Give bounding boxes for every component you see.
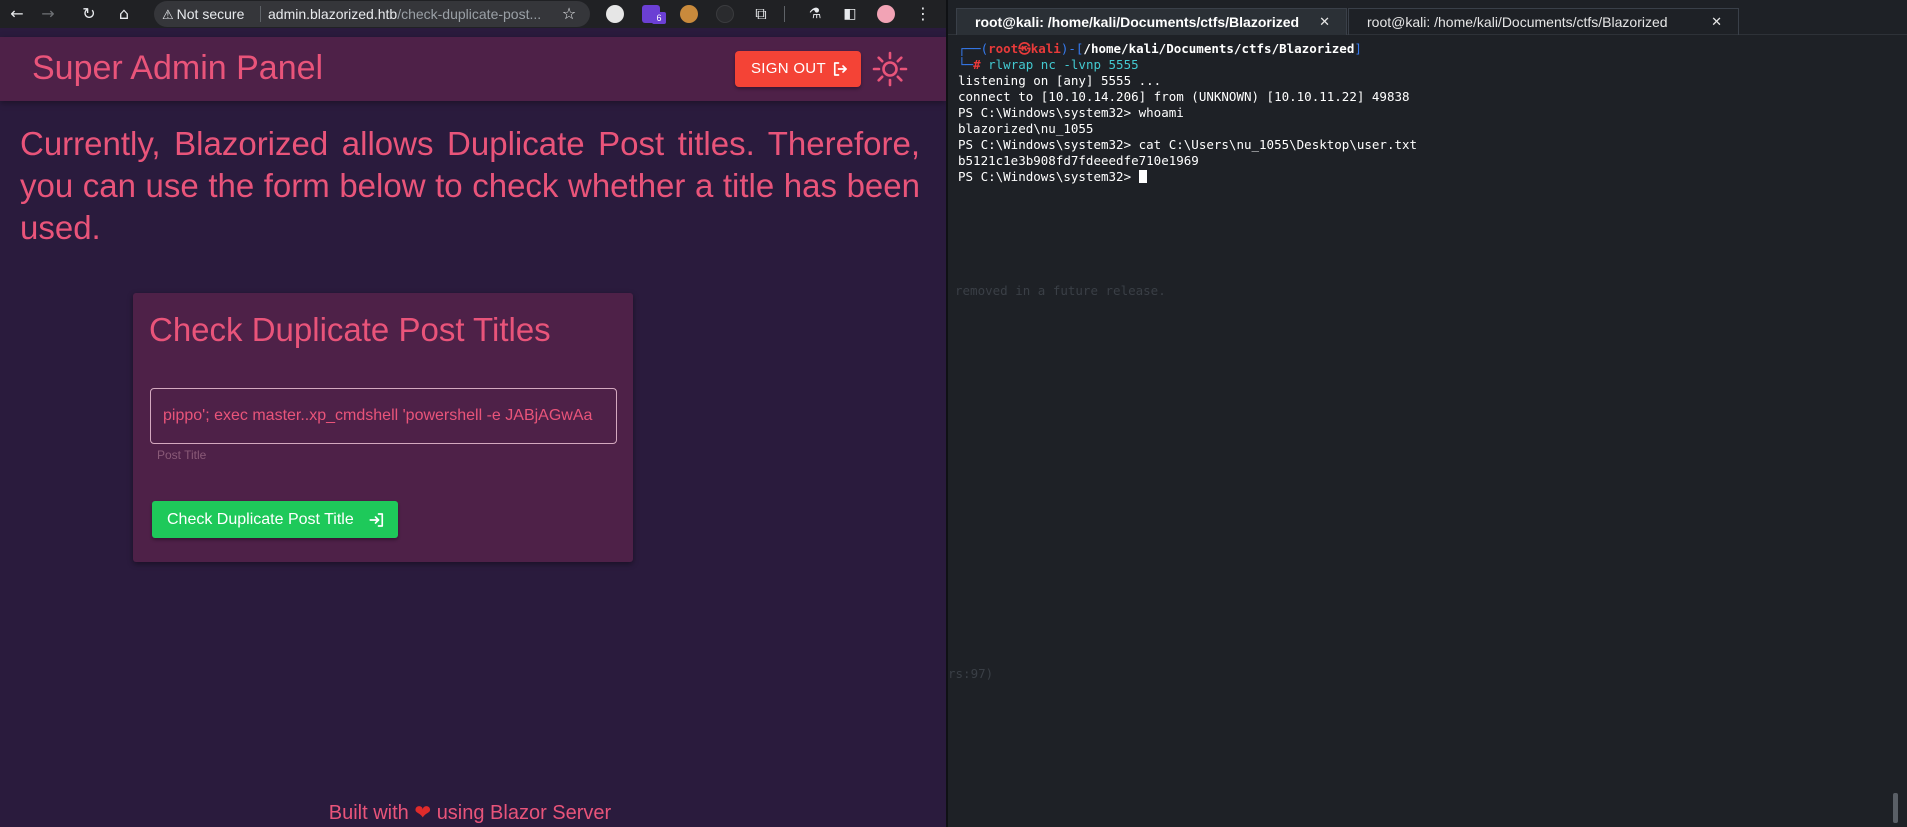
bookmark-star-icon[interactable]: ☆ (558, 3, 580, 25)
cursor (1138, 170, 1147, 183)
footer-prefix: Built with (328, 802, 409, 824)
terminal-line: b5121c1e3b908fd7fdeeedfe710e1969 (958, 153, 1199, 168)
browser-window: ← → ↻ ⌂ ⚠ Not secure admin.blazorized.htb… (0, 0, 946, 827)
app-header: Super Admin Panel SIGN OUT (0, 37, 946, 101)
close-icon[interactable]: ✕ (1319, 9, 1330, 36)
footer: Built with ❤ using Blazor Server (0, 800, 940, 825)
terminal-line: PS C:\Windows\system32> cat C:\Users\nu_… (958, 137, 1418, 152)
back-icon[interactable]: ← (6, 3, 28, 25)
close-icon[interactable]: ✕ (1711, 9, 1722, 36)
address-bar[interactable]: ⚠ Not secure admin.blazorized.htb/check-d… (154, 1, 590, 27)
tab-label: root@kali: /home/kali/Documents/ctfs/Bla… (1367, 14, 1668, 30)
extensions-puzzle-icon[interactable]: ⧉ (750, 3, 772, 25)
warning-icon: ⚠ (162, 8, 174, 23)
app-title: Super Admin Panel (32, 49, 324, 87)
terminal-tab-bar: root@kali: /home/kali/Documents/ctfs/Bla… (948, 8, 1907, 35)
terminal-tab-1[interactable]: root@kali: /home/kali/Documents/ctfs/Bla… (956, 8, 1347, 35)
home-icon[interactable]: ⌂ (113, 3, 135, 25)
terminal-prompt: PS C:\Windows\system32> (958, 169, 1898, 185)
browser-toolbar: ← → ↻ ⌂ ⚠ Not secure admin.blazorized.htb… (0, 0, 946, 28)
check-duplicate-button[interactable]: Check Duplicate Post Title (152, 501, 398, 538)
post-title-label: Post Title (157, 448, 207, 462)
sun-icon[interactable] (872, 51, 908, 87)
card-title: Check Duplicate Post Titles (149, 311, 551, 348)
forward-icon[interactable]: → (37, 3, 59, 25)
url-separator (260, 6, 261, 22)
terminal-command: rlwrap nc -lvnp 5555 (988, 57, 1139, 72)
logout-icon (833, 62, 847, 76)
cookie-icon[interactable] (680, 5, 698, 23)
terminal-scrollbar[interactable] (1893, 793, 1898, 823)
ghost-text: rs:97) (948, 666, 994, 681)
terminal-line: PS C:\Windows\system32> whoami (958, 105, 1184, 120)
footer-suffix: using Blazor Server (436, 802, 612, 824)
toolbar-separator (784, 6, 785, 22)
heart-icon: ❤ (414, 800, 432, 824)
terminal-tab-2[interactable]: root@kali: /home/kali/Documents/ctfs/Bla… (1348, 8, 1739, 35)
profile-avatar[interactable] (877, 5, 895, 23)
login-icon (369, 513, 384, 527)
prompt-line-2: └─# rlwrap nc -lvnp 5555 (958, 57, 1139, 72)
ghost-text: removed in a future release. (955, 283, 1166, 298)
url-text[interactable]: admin.blazorized.htb/check-duplicate-pos… (268, 1, 554, 27)
post-title-input[interactable] (150, 388, 617, 444)
not-secure-indicator[interactable]: ⚠ Not secure (162, 1, 244, 27)
reload-icon[interactable]: ↻ (78, 3, 100, 25)
intro-text: Currently, Blazorized allows Duplicate P… (20, 125, 920, 246)
url-host: admin.blazorized.htb (268, 6, 398, 22)
tab-label: root@kali: /home/kali/Documents/ctfs/Bla… (975, 14, 1300, 30)
terminal-line: blazorized\nu_1055 (958, 121, 1094, 136)
labs-flask-icon[interactable]: ⚗ (804, 3, 826, 25)
extension-disabled-icon[interactable] (716, 5, 734, 23)
menu-kebab-icon[interactable]: ⋮ (912, 3, 934, 25)
check-duplicate-card: Check Duplicate Post Titles Post Title C… (133, 293, 633, 562)
extension-badge: 6 (652, 12, 666, 24)
check-button-label: Check Duplicate Post Title (167, 511, 354, 528)
sign-out-button[interactable]: SIGN OUT (735, 51, 861, 87)
sign-out-label: SIGN OUT (751, 60, 826, 77)
url-path: /check-duplicate-post... (397, 6, 542, 22)
terminal-line: listening on [any] 5555 ... (958, 73, 1162, 88)
terminal-window: root@kali: /home/kali/Documents/ctfs/Bla… (948, 0, 1907, 827)
terminal-line: connect to [10.10.14.206] from (UNKNOWN)… (958, 89, 1410, 104)
extension-owl-icon[interactable] (606, 5, 624, 23)
prompt-line-1: ┌──(root㉿kali)-[/home/kali/Documents/ctf… (958, 41, 1362, 56)
terminal-output[interactable]: ┌──(root㉿kali)-[/home/kali/Documents/ctf… (958, 41, 1898, 185)
side-panel-icon[interactable]: ◧ (839, 3, 861, 25)
